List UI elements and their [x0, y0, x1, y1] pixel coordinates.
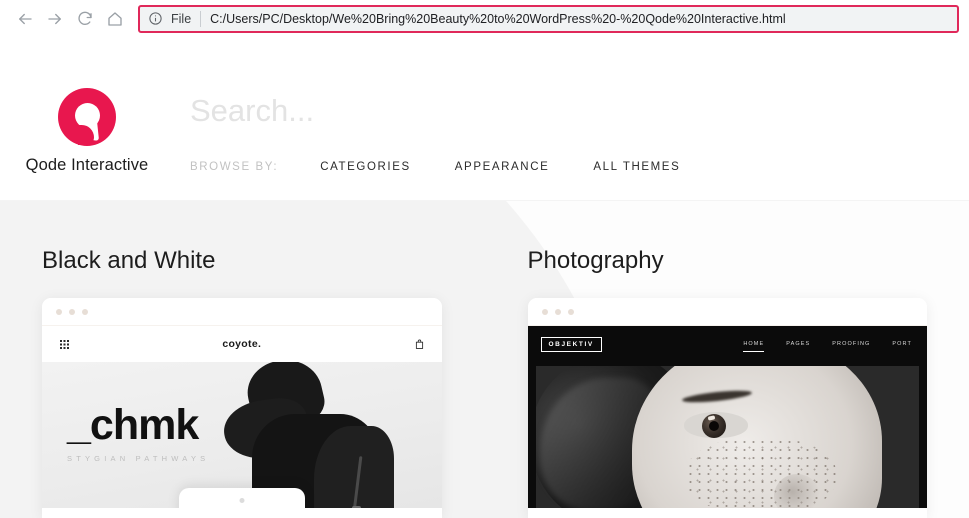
browser-toolbar: File C:/Users/PC/Desktop/We%20Bring%20Be… [0, 0, 969, 38]
objektiv-logo-badge[interactable]: OBJEKTIV [540, 336, 602, 352]
address-bar[interactable]: File C:/Users/PC/Desktop/We%20Bring%20Be… [138, 5, 959, 33]
browse-by-label: BROWSE BY: [190, 161, 279, 173]
search-input[interactable] [190, 93, 890, 129]
coyote-brand-label: coyote. [222, 338, 262, 350]
shopping-bag-icon[interactable] [415, 339, 424, 349]
objektiv-site-nav: OBJEKTIV HOME PAGES PROOFING PORT [527, 326, 927, 362]
theme-column-photography: Photography OBJEKTIV HOME PAGES PROOFING [527, 200, 927, 518]
card-hover-overlay[interactable] [178, 488, 305, 508]
arrow-left-icon [16, 10, 34, 28]
window-dot-icon [541, 308, 548, 315]
portrait-nose [773, 474, 820, 508]
browse-nav: BROWSE BY: CATEGORIES APPEARANCE ALL THE… [190, 161, 680, 173]
site-logo[interactable]: Qode Interactive [25, 88, 149, 175]
overlay-handle-dot [239, 498, 245, 503]
forward-button[interactable] [40, 4, 70, 34]
portrait-pupil [708, 421, 719, 431]
hero-figure-image [218, 362, 408, 508]
figure-zipper-pull [351, 506, 361, 508]
url-text[interactable]: C:/Users/PC/Desktop/We%20Bring%20Beauty%… [210, 12, 949, 26]
portrait-photo [535, 366, 919, 508]
hero-subtitle: STYGIAN PATHWAYS [67, 454, 210, 463]
card-browser-chrome [42, 298, 442, 326]
theme-card-coyote[interactable]: coyote. _chmk STYGIAN PATHWAYS [42, 298, 442, 518]
theme-card-objektiv[interactable]: OBJEKTIV HOME PAGES PROOFING PORT [527, 298, 927, 518]
column-title: Black and White [42, 247, 216, 274]
home-icon [106, 10, 124, 28]
theme-column-black-and-white: Black and White coyote. _chmk STYGIAN PA… [42, 200, 442, 518]
qode-logo-icon [58, 88, 116, 146]
hero-title: _chmk [67, 401, 199, 449]
arrow-right-icon [46, 10, 64, 28]
content-area: Black and White coyote. _chmk STYGIAN PA… [0, 200, 969, 518]
brand-name: Qode Interactive [25, 156, 149, 174]
nav-item-categories[interactable]: CATEGORIES [320, 161, 411, 173]
window-dot-icon [567, 308, 574, 315]
coyote-site-nav: coyote. [42, 326, 442, 362]
back-button[interactable] [10, 4, 40, 34]
site-header: Qode Interactive BROWSE BY: CATEGORIES A… [0, 38, 969, 200]
omnibox-divider [200, 11, 202, 27]
objektiv-menu-item-portfolio[interactable]: PORT [892, 341, 912, 347]
search-field[interactable] [190, 93, 890, 129]
reload-button[interactable] [70, 4, 100, 34]
page-viewport: Qode Interactive BROWSE BY: CATEGORIES A… [0, 38, 969, 518]
nav-item-all-themes[interactable]: ALL THEMES [593, 161, 680, 173]
objektiv-hero-stage [527, 362, 927, 508]
coyote-hero-stage: _chmk STYGIAN PATHWAYS [42, 362, 442, 508]
window-dot-icon [56, 308, 62, 315]
url-scheme-label: File [171, 12, 192, 26]
window-dot-icon [69, 308, 75, 315]
objektiv-menu-item-home[interactable]: HOME [743, 341, 765, 352]
theme-columns: Black and White coyote. _chmk STYGIAN PA… [0, 200, 969, 518]
window-dot-icon [82, 308, 88, 315]
objektiv-menu-item-pages[interactable]: PAGES [786, 341, 810, 347]
home-button[interactable] [100, 4, 130, 34]
objektiv-menu: HOME PAGES PROOFING PORT [743, 341, 914, 352]
coyote-hero-text: _chmk STYGIAN PATHWAYS [67, 401, 210, 464]
grid-menu-icon[interactable] [60, 339, 69, 349]
column-title: Photography [527, 247, 664, 274]
objektiv-menu-item-proofing[interactable]: PROOFING [832, 341, 870, 347]
info-circle-icon[interactable] [148, 11, 164, 27]
window-dot-icon [554, 308, 561, 315]
nav-item-appearance[interactable]: APPEARANCE [455, 161, 550, 173]
card-right-edge [919, 362, 927, 508]
card-browser-chrome [527, 298, 927, 326]
reload-icon [76, 10, 94, 28]
